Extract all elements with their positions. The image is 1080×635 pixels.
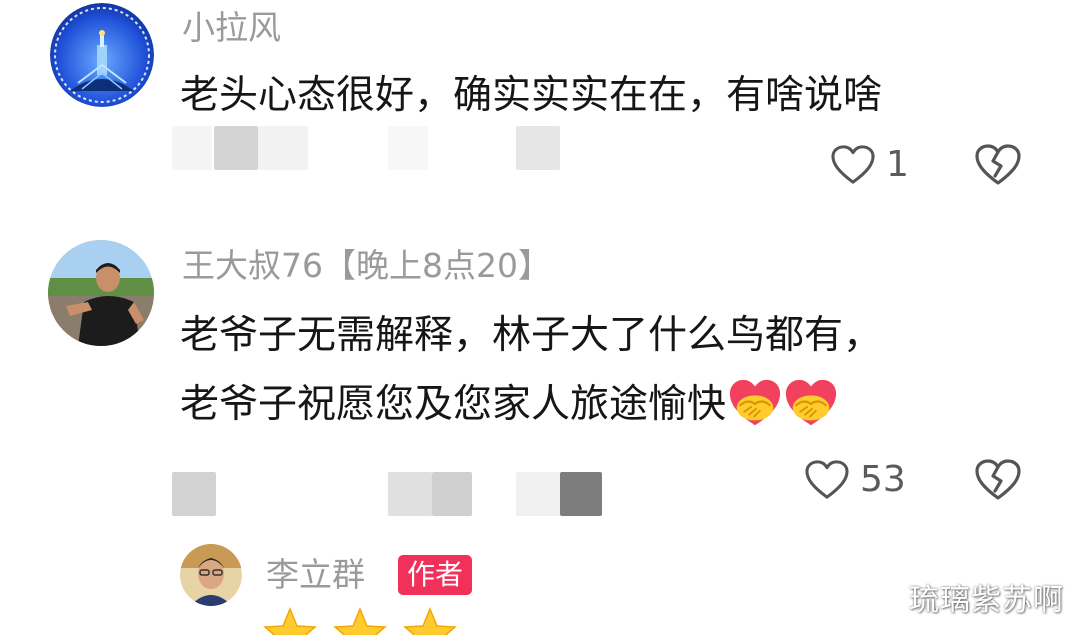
- avatar[interactable]: [48, 240, 154, 346]
- comment-meta-row: [0, 472, 1080, 516]
- comment-text-line: 老爷子祝愿您及您家人旅途愉快: [180, 375, 838, 435]
- watermark: 琉璃紫苏啊: [909, 583, 1064, 618]
- blurred-meta: [172, 126, 212, 170]
- reply-emoji-row: [262, 606, 458, 635]
- blurred-meta: [388, 126, 428, 170]
- like-count: 53: [860, 459, 906, 500]
- broken-heart-icon[interactable]: [974, 143, 1022, 187]
- broken-heart-icon[interactable]: [974, 458, 1022, 502]
- reply-username[interactable]: 李立群: [266, 555, 365, 595]
- blurred-meta: [258, 126, 308, 170]
- comment-username[interactable]: 小拉风: [182, 8, 281, 48]
- blurred-meta: [516, 126, 560, 170]
- heart-outline-icon: [805, 460, 849, 499]
- blurred-meta: [388, 472, 432, 516]
- like-button[interactable]: 1: [830, 143, 909, 187]
- blurred-meta: [214, 126, 258, 170]
- comment-meta-row: [0, 126, 1080, 170]
- blurred-meta: [560, 472, 602, 516]
- handshake-heart-icon: [729, 379, 781, 426]
- blurred-meta: [432, 472, 472, 516]
- comment-text: 老头心态很好，确实实实在在，有啥说啥: [180, 73, 883, 118]
- comment-text-line: 老爷子无需解释，林子大了什么鸟都有，: [180, 313, 883, 358]
- like-count: 1: [886, 144, 909, 185]
- comment-username[interactable]: 王大叔76【晚上8点20】: [182, 246, 551, 286]
- like-button[interactable]: 53: [804, 458, 906, 502]
- avatar[interactable]: [50, 3, 154, 107]
- blurred-meta: [172, 472, 216, 516]
- blurred-meta: [516, 472, 560, 516]
- star-emoji-icon: [403, 607, 457, 635]
- star-emoji-icon: [263, 607, 317, 635]
- star-emoji-icon: [333, 607, 387, 635]
- handshake-heart-icon: [785, 379, 837, 426]
- comment-text-line-content: 老爷子祝愿您及您家人旅途愉快: [180, 382, 727, 427]
- comment-feed: 小拉风 老头心态很好，确实实实在在，有啥说啥 1 王大叔76【晚上8点20】 老…: [0, 0, 1080, 635]
- heart-outline-icon: [831, 145, 875, 184]
- author-badge: 作者: [398, 555, 473, 595]
- avatar[interactable]: [180, 544, 242, 606]
